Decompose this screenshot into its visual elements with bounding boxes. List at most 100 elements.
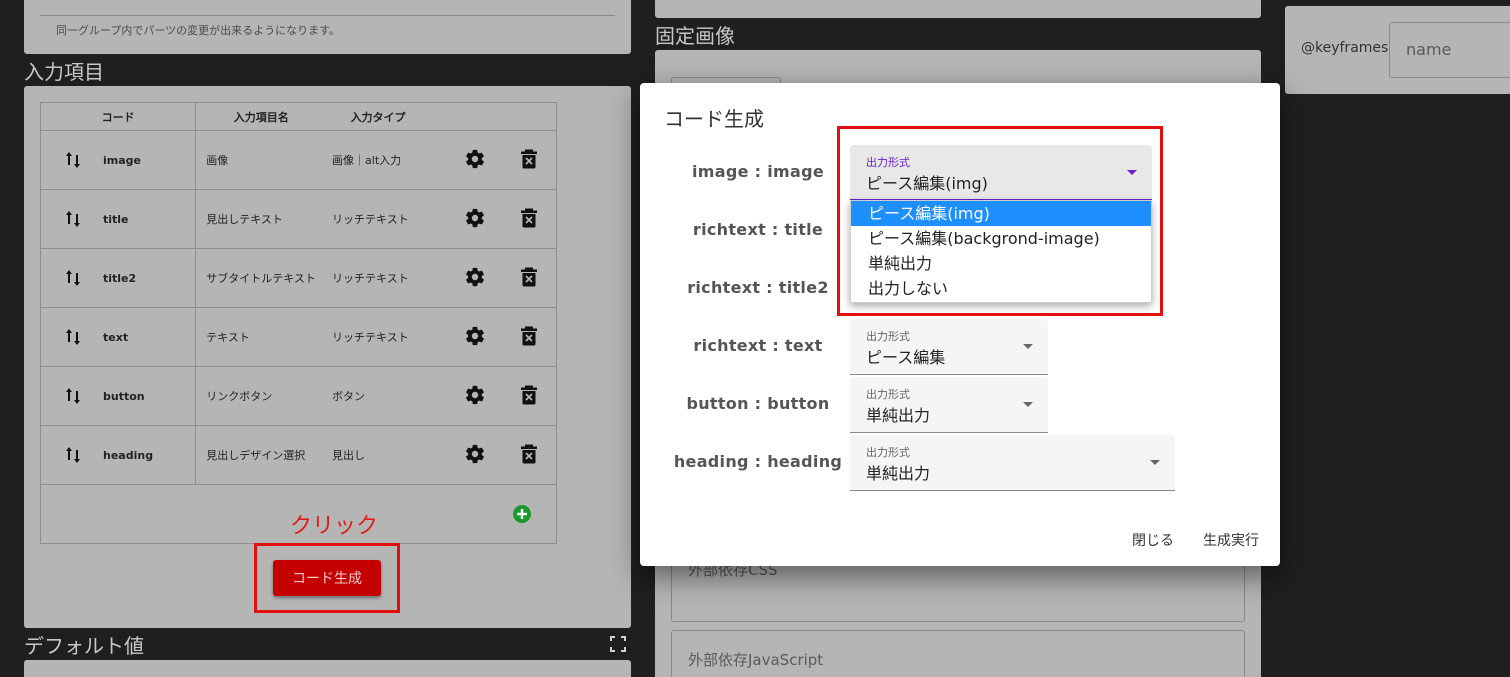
settings-cell (447, 366, 502, 426)
select-value: ピース編集 (866, 348, 946, 367)
header-name: 入力項目名 (233, 110, 289, 124)
external-js-input[interactable]: 外部依存JavaScript (671, 630, 1245, 677)
row-label-button: button : button (686, 394, 830, 413)
add-circle-icon[interactable] (512, 504, 532, 524)
field-type: リッチテキスト (332, 189, 448, 249)
input-fields-table: コード 入力項目名 入力タイプ image 画像 画像｜alt入力 title 見出しテ… (39, 102, 557, 544)
select-caption: 出力形式 (866, 330, 910, 343)
field-type: リッチテキスト (332, 307, 448, 367)
dropdown-arrow-icon (1023, 402, 1033, 407)
field-name: 画像 (195, 130, 333, 190)
gear-icon[interactable] (464, 148, 486, 170)
table-row: heading 見出しデザイン選択 見出し (39, 425, 557, 485)
keyframes-label: @keyframes (1301, 40, 1389, 56)
delete-cell (501, 425, 557, 485)
code-cell-inner: button (41, 387, 195, 405)
code-cell: title (39, 189, 197, 249)
code-cell-inner: heading (41, 446, 195, 464)
table-row: image 画像 画像｜alt入力 (39, 130, 557, 190)
group-hint-text: 同一グループ内でパーツの変更が出来るようになります。 (56, 24, 341, 37)
dropdown-annotation-box (837, 126, 1163, 316)
dropdown-arrow-icon (1023, 344, 1033, 349)
delete-icon[interactable] (520, 326, 538, 346)
select-caption: 出力形式 (866, 388, 910, 401)
delete-icon[interactable] (520, 208, 538, 228)
gear-icon[interactable] (464, 207, 486, 229)
code-cell: text (39, 307, 197, 367)
output-format-select-heading[interactable]: 出力形式 単純出力 (850, 435, 1175, 491)
sort-arrows-icon[interactable] (65, 151, 81, 169)
select-value: 単純出力 (866, 406, 931, 425)
gear-icon[interactable] (464, 384, 486, 406)
settings-cell (447, 248, 502, 308)
delete-cell (501, 130, 557, 190)
row-label-title2: richtext : title2 (687, 278, 829, 297)
default-section-title: デフォルト値 (24, 634, 144, 658)
field-type: リッチテキスト (332, 248, 448, 308)
settings-cell (447, 130, 502, 190)
field-code: image (103, 153, 141, 167)
delete-icon[interactable] (520, 267, 538, 287)
settings-cell (447, 425, 502, 485)
row-label-text: richtext : text (693, 336, 823, 355)
field-code: heading (103, 448, 154, 462)
keyframes-name-input[interactable]: name (1389, 22, 1510, 78)
field-type: 画像｜alt入力 (332, 130, 448, 190)
middle-top-card (655, 0, 1261, 18)
execute-generation-button[interactable]: 生成実行 (1203, 530, 1259, 550)
header-name-type: 入力項目名 入力タイプ (195, 102, 557, 131)
output-format-select-button[interactable]: 出力形式 単純出力 (850, 377, 1048, 433)
field-code: text (103, 330, 129, 344)
gear-icon[interactable] (464, 325, 486, 347)
keyframes-placeholder: name (1406, 40, 1452, 59)
code-cell-inner: text (41, 328, 195, 346)
fixed-image-title: 固定画像 (655, 24, 735, 48)
field-name: 見出しテキスト (195, 189, 333, 249)
code-cell-inner: title2 (41, 269, 195, 287)
dialog-title: コード生成 (664, 107, 764, 131)
code-generation-dialog: コード生成 image : image richtext : title ric… (640, 83, 1280, 566)
delete-icon[interactable] (520, 444, 538, 464)
fullscreen-icon[interactable] (610, 636, 626, 652)
row-label-image: image : image (692, 162, 824, 181)
sort-arrows-icon[interactable] (65, 269, 81, 287)
settings-cell (447, 189, 502, 249)
delete-icon[interactable] (520, 149, 538, 169)
code-cell: heading (39, 425, 197, 485)
delete-icon[interactable] (520, 385, 538, 405)
table-row: text テキスト リッチテキスト (39, 307, 557, 367)
gear-icon[interactable] (464, 266, 486, 288)
table-row: title2 サブタイトルテキスト リッチテキスト (39, 248, 557, 308)
dropdown-arrow-icon (1150, 460, 1160, 465)
settings-cell (447, 307, 502, 367)
delete-cell (501, 307, 557, 367)
sort-arrows-icon[interactable] (65, 328, 81, 346)
field-name: サブタイトルテキスト (195, 248, 333, 308)
header-code: コード (39, 102, 197, 131)
external-js-placeholder: 外部依存JavaScript (688, 651, 824, 669)
field-name: 見出しデザイン選択 (195, 425, 333, 485)
delete-cell (501, 189, 557, 249)
field-code: button (103, 389, 145, 403)
code-cell-inner: title (41, 210, 195, 228)
code-cell: button (39, 366, 197, 426)
generate-code-button[interactable]: コード生成 (273, 560, 381, 596)
sort-arrows-icon[interactable] (65, 387, 81, 405)
select-caption: 出力形式 (866, 446, 910, 459)
delete-cell (501, 248, 557, 308)
output-format-select-text[interactable]: 出力形式 ピース編集 (850, 319, 1048, 375)
field-type: 見出し (332, 425, 448, 485)
table-row: button リンクボタン ボタン (39, 366, 557, 426)
gear-icon[interactable] (464, 443, 486, 465)
group-settings-card: 同一グループ内でパーツの変更が出来るようになります。 (24, 0, 631, 54)
divider (40, 15, 615, 16)
code-cell: image (39, 130, 197, 190)
field-name: テキスト (195, 307, 333, 367)
sort-arrows-icon[interactable] (65, 446, 81, 464)
field-type: ボタン (332, 366, 448, 426)
default-values-card (24, 660, 631, 677)
field-name: リンクボタン (195, 366, 333, 426)
click-annotation: クリック (290, 514, 379, 539)
close-button[interactable]: 閉じる (1132, 530, 1174, 550)
sort-arrows-icon[interactable] (65, 210, 81, 228)
